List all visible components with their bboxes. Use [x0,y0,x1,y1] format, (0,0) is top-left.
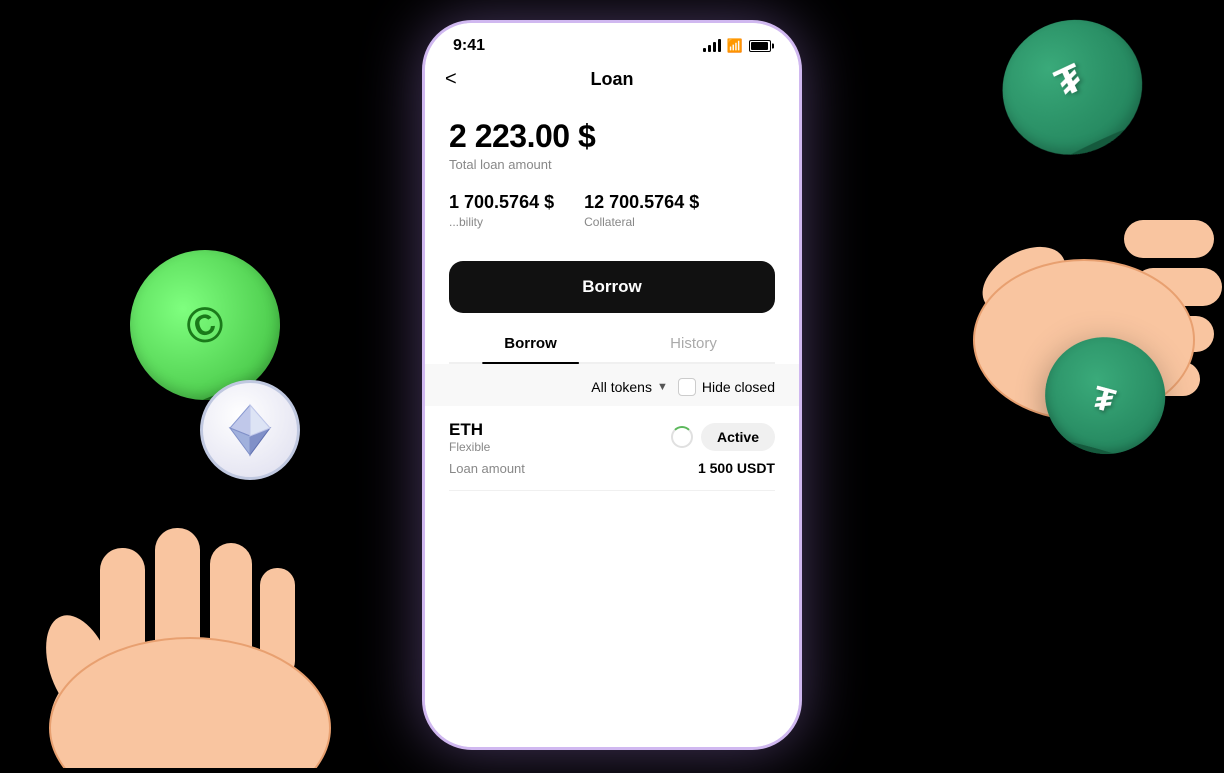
status-spinner-icon [671,426,693,448]
collateral-label: Collateral [584,215,699,229]
coinbase-symbol: © [178,291,232,358]
loan-total-value: 2 223.00 $ [449,118,775,155]
battery-icon [749,40,771,52]
borrow-button[interactable]: Borrow [449,261,775,313]
hide-closed-toggle[interactable]: Hide closed [678,378,775,396]
token-name: ETH [449,420,490,440]
tether-symbol-mid: ₮ [1089,379,1119,421]
filter-row: All tokens ▼ Hide closed [425,364,799,406]
phone: 9:41 📶 < Loan 2 223 [422,20,802,750]
tab-history[interactable]: History [612,325,775,362]
token-filter[interactable]: All tokens ▼ [591,379,668,395]
token-info: ETH Flexible [449,420,490,454]
hand-left [0,368,380,768]
back-button[interactable]: < [445,68,457,91]
hide-closed-label: Hide closed [702,379,775,395]
availability-label: ...bility [449,215,554,229]
availability-value: 1 700.5764 $ [449,192,554,213]
loan-amount-label: Loan amount [449,461,525,476]
status-bar: 9:41 📶 [425,23,799,61]
header: < Loan [425,61,799,102]
status-time: 9:41 [453,37,485,55]
status-badge: Active [701,423,775,451]
borrow-section: Borrow [425,249,799,325]
wifi-icon: 📶 [727,38,743,54]
tabs: Borrow History [449,325,775,364]
eth-coin [200,380,300,480]
loan-total-label: Total loan amount [449,157,775,172]
status-icons: 📶 [703,38,771,54]
collateral-value: 12 700.5764 $ [584,192,699,213]
tab-borrow[interactable]: Borrow [449,325,612,362]
signal-icon [703,40,721,52]
availability-stat: 1 700.5764 $ ...bility [449,192,554,229]
token-type: Flexible [449,440,490,454]
loan-item: ETH Flexible Active Loan amount 1 500 US… [449,406,775,491]
tether-symbol-top: ₮ [1049,55,1091,107]
hide-closed-checkbox[interactable] [678,378,696,396]
loan-amount-section: 2 223.00 $ Total loan amount [449,118,775,172]
loan-amount-value: 1 500 USDT [698,460,775,476]
content-area: 2 223.00 $ Total loan amount 1 700.5764 … [425,102,799,747]
loan-item-header: ETH Flexible Active [449,420,775,454]
stats-row: 1 700.5764 $ ...bility 12 700.5764 $ Col… [449,192,775,229]
chevron-down-icon: ▼ [657,381,668,393]
token-filter-label: All tokens [591,379,652,395]
status-area: Active [671,423,775,451]
page-title: Loan [591,69,634,90]
loan-item-footer: Loan amount 1 500 USDT [449,460,775,476]
collateral-stat: 12 700.5764 $ Collateral [584,192,699,229]
